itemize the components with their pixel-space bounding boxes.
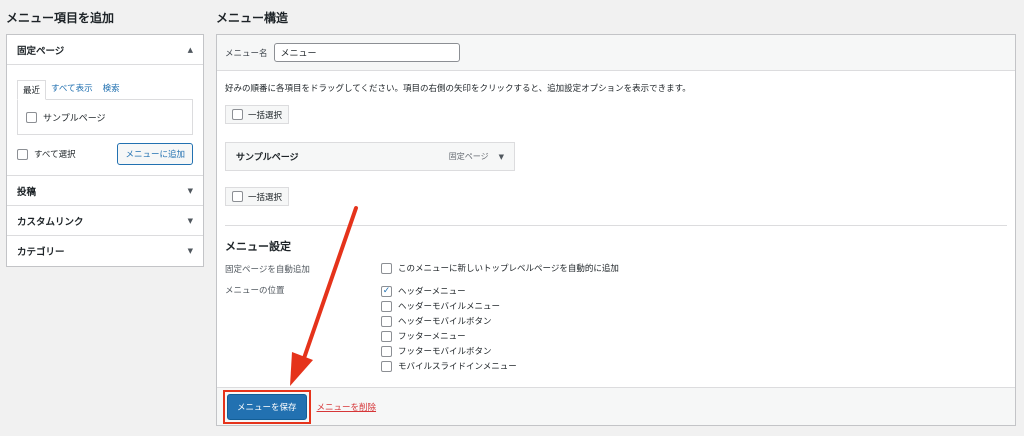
location-header-mobile-menu[interactable]: ヘッダーモバイルメニュー — [381, 300, 500, 312]
sample-page-label: サンプルページ — [43, 113, 106, 124]
auto-add-checkbox[interactable] — [381, 262, 392, 274]
drag-instructions: 好みの順番に各項目をドラッグしてください。項目の右側の矢印をクリックすると、追加… — [225, 84, 691, 94]
bulk-select-checkbox[interactable] — [232, 191, 243, 202]
menu-structure-heading: メニュー構造 — [216, 11, 289, 25]
location-label: フッターモバイルボタン — [398, 347, 492, 357]
tab-view-all[interactable]: すべて表示 — [46, 79, 98, 99]
save-menu-button[interactable]: メニューを保存 — [227, 393, 307, 420]
select-all[interactable]: すべて選択 — [17, 148, 76, 160]
auto-add-option[interactable]: このメニューに新しいトップレベルページを自動的に追加 — [381, 262, 619, 274]
location-checkbox[interactable] — [381, 345, 392, 357]
location-checkbox-checked[interactable]: ✓ — [381, 285, 392, 297]
location-footer-mobile-button[interactable]: フッターモバイルボタン — [381, 345, 492, 357]
menu-name-label: メニュー名 — [225, 48, 268, 59]
location-label: モバイルスライドインメニュー — [398, 362, 517, 372]
tab-search[interactable]: 検索 — [98, 79, 125, 99]
select-all-checkbox[interactable] — [17, 148, 28, 160]
menu-name-input[interactable]: メニュー — [273, 43, 460, 62]
divider — [225, 225, 1007, 226]
location-checkbox[interactable] — [381, 360, 392, 372]
pages-section-body: 最近 すべて表示 検索 サンプルページ すべて選択 メニューに追加 — [7, 65, 203, 176]
expand-down-icon[interactable]: ▼ — [499, 153, 504, 161]
menu-name-bar: メニュー名 メニュー — [217, 35, 1015, 71]
location-header-menu[interactable]: ✓ ヘッダーメニュー — [381, 285, 466, 297]
menu-structure-panel: メニュー名 メニュー 好みの順番に各項目をドラッグしてください。項目の右側の矢印… — [216, 34, 1016, 426]
pages-section-header[interactable]: 固定ページ ▲ — [7, 35, 203, 65]
categories-section-header[interactable]: カテゴリー ▼ — [7, 236, 203, 266]
location-header-mobile-button[interactable]: ヘッダーモバイルボタン — [381, 315, 492, 327]
add-to-menu-button[interactable]: メニューに追加 — [117, 143, 193, 165]
location-checkbox[interactable] — [381, 330, 392, 342]
pages-tabs: 最近 すべて表示 検索 — [17, 79, 193, 100]
bulk-select-bottom[interactable]: 一括選択 — [225, 187, 290, 206]
location-label: ヘッダーモバイルボタン — [398, 317, 492, 327]
menu-item-sample-page[interactable]: サンプルページ 固定ページ ▼ — [225, 142, 515, 171]
sample-page-checkbox[interactable] — [26, 111, 37, 123]
expand-down-icon: ▼ — [187, 247, 193, 255]
menu-item-title: サンプルページ — [236, 153, 299, 163]
custom-links-section-title: カスタムリンク — [17, 216, 84, 228]
auto-add-option-label: このメニューに新しいトップレベルページを自動的に追加 — [398, 264, 619, 274]
posts-section-header[interactable]: 投稿 ▼ — [7, 176, 203, 206]
add-menu-items-panel: 固定ページ ▲ 最近 すべて表示 検索 サンプルページ すべて選択 メニューに追… — [6, 34, 204, 267]
select-all-label: すべて選択 — [34, 150, 76, 160]
bulk-select-top[interactable]: 一括選択 — [225, 105, 290, 124]
pages-section-title: 固定ページ — [17, 45, 65, 57]
categories-section-title: カテゴリー — [17, 247, 65, 258]
expand-down-icon: ▼ — [187, 186, 193, 195]
location-label: フッターメニュー — [398, 332, 466, 342]
custom-links-section-header[interactable]: カスタムリンク ▼ — [7, 206, 203, 236]
bulk-select-label: 一括選択 — [248, 192, 283, 203]
expand-down-icon: ▼ — [187, 216, 193, 225]
save-button-highlight: メニューを保存 — [223, 389, 311, 424]
bulk-select-checkbox[interactable] — [232, 109, 243, 120]
delete-menu-link[interactable]: メニューを削除 — [317, 401, 377, 413]
menu-settings-title: メニュー設定 — [225, 240, 291, 253]
menu-footer: メニューを保存 メニューを削除 — [217, 387, 1015, 425]
bulk-select-label: 一括選択 — [248, 110, 283, 121]
location-label: ヘッダーモバイルメニュー — [398, 302, 501, 312]
location-mobile-slide-in-menu[interactable]: モバイルスライドインメニュー — [381, 360, 517, 372]
tab-recent[interactable]: 最近 — [17, 80, 47, 100]
pages-list: サンプルページ — [17, 99, 193, 135]
add-menu-items-heading: メニュー項目を追加 — [6, 11, 115, 25]
menu-item-type: 固定ページ — [448, 152, 489, 161]
location-checkbox[interactable] — [381, 300, 392, 312]
collapse-up-icon: ▲ — [187, 45, 193, 54]
locations-label: メニューの位置 — [225, 286, 285, 296]
auto-add-label: 固定ページを自動追加 — [225, 265, 310, 275]
location-checkbox[interactable] — [381, 315, 392, 327]
location-label: ヘッダーメニュー — [398, 287, 466, 297]
posts-section-title: 投稿 — [17, 186, 37, 198]
location-footer-menu[interactable]: フッターメニュー — [381, 330, 466, 342]
